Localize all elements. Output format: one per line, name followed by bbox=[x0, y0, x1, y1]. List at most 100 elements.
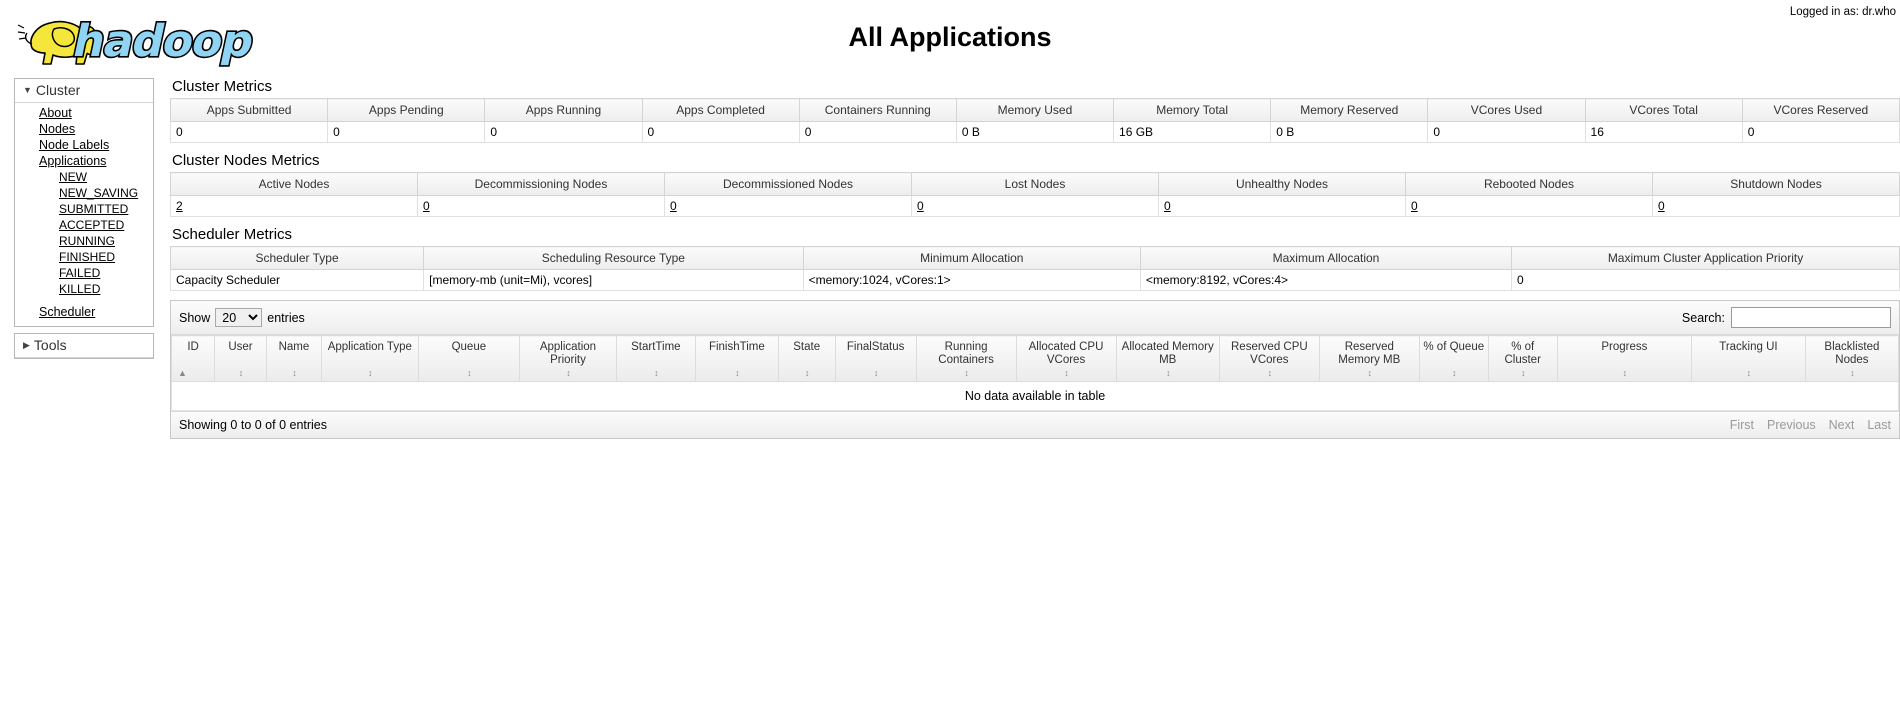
column-header-containers-running: Containers Running bbox=[798, 98, 957, 122]
sidebar-item-state-new[interactable]: NEW bbox=[59, 170, 87, 184]
sort-arrows-icon: ↕ bbox=[1367, 368, 1372, 378]
sidebar-item-state-failed[interactable]: FAILED bbox=[59, 266, 100, 280]
column-header-memory-reserved: Memory Reserved bbox=[1270, 98, 1429, 122]
list-item: Applications bbox=[39, 153, 153, 169]
column-header-id[interactable]: ID ▲ bbox=[170, 335, 216, 382]
value-apps-pending: 0 bbox=[327, 121, 486, 143]
column-label: Application Priority bbox=[539, 341, 597, 366]
sidebar-item-state-killed[interactable]: KILLED bbox=[59, 282, 100, 296]
column-header-apps-submitted: Apps Submitted bbox=[169, 98, 329, 122]
column-label: % of Queue bbox=[1423, 341, 1485, 353]
value-vcores-reserved: 0 bbox=[1741, 121, 1900, 143]
sidebar-item-state-submitted[interactable]: SUBMITTED bbox=[59, 202, 128, 216]
sidebar-section-cluster: ▼ Cluster About Nodes Node Labels Applica… bbox=[14, 78, 154, 327]
list-item: Node Labels bbox=[39, 137, 153, 153]
sort-arrows-icon: ▲ bbox=[178, 368, 187, 378]
show-label: Show bbox=[179, 310, 211, 325]
sort-arrows-icon: ↕ bbox=[1267, 368, 1272, 378]
sidebar-item-state-accepted[interactable]: ACCEPTED bbox=[59, 218, 124, 232]
value-active-nodes-link[interactable]: 2 bbox=[176, 199, 183, 213]
column-label: FinalStatus bbox=[846, 341, 905, 353]
column-header-maximum-allocation: Maximum Allocation bbox=[1139, 246, 1513, 270]
cluster-nodes-metrics-title: Cluster Nodes Metrics bbox=[172, 152, 320, 169]
column-header-blacklisted-nodes[interactable]: Blacklisted Nodes ↕ bbox=[1804, 335, 1900, 382]
column-header-percent-of-queue[interactable]: % of Queue ↕ bbox=[1418, 335, 1489, 382]
column-label: Allocated Memory MB bbox=[1121, 341, 1214, 366]
pagination-next[interactable]: Next bbox=[1829, 418, 1855, 432]
column-header-scheduling-resource-type: Scheduling Resource Type bbox=[423, 246, 804, 270]
value-minimum-allocation: <memory:1024, vCores:1> bbox=[802, 269, 1141, 291]
sidebar-spacer bbox=[39, 297, 153, 304]
table-row: 2 0 0 0 0 0 0 bbox=[170, 195, 1900, 217]
sidebar-item-applications[interactable]: Applications bbox=[39, 154, 106, 168]
column-header-max-cluster-app-priority: Maximum Cluster Application Priority bbox=[1511, 246, 1900, 270]
value-rebooted-nodes-link[interactable]: 0 bbox=[1411, 199, 1418, 213]
column-label: ID bbox=[187, 341, 199, 353]
sort-arrows-icon: ↕ bbox=[1064, 368, 1068, 378]
column-header-allocated-cpu-vcores[interactable]: Allocated CPU VCores ↕ bbox=[1015, 335, 1117, 382]
table-row: 0 0 0 0 0 0 B 16 GB 0 B 0 16 0 bbox=[169, 121, 1900, 143]
sidebar-cluster-header[interactable]: ▼ Cluster bbox=[15, 79, 153, 103]
column-header-starttime[interactable]: StartTime ↕ bbox=[615, 335, 696, 382]
value-unhealthy-nodes-link[interactable]: 0 bbox=[1164, 199, 1171, 213]
column-header-allocated-memory-mb[interactable]: Allocated Memory MB ↕ bbox=[1115, 335, 1220, 382]
column-header-running-containers[interactable]: Running Containers ↕ bbox=[915, 335, 1017, 382]
column-header-application-type[interactable]: Application Type ↕ bbox=[321, 335, 419, 382]
value-apps-running: 0 bbox=[484, 121, 643, 143]
column-header-memory-total: Memory Total bbox=[1113, 98, 1272, 122]
empty-table-message: No data available in table bbox=[171, 381, 1899, 411]
search-input[interactable] bbox=[1731, 307, 1891, 328]
column-header-reserved-cpu-vcores[interactable]: Reserved CPU VCores ↕ bbox=[1218, 335, 1320, 382]
list-item: FINISHED bbox=[59, 249, 153, 265]
sidebar-item-about[interactable]: About bbox=[39, 106, 72, 120]
value-decommissioning-nodes-cell: 0 bbox=[417, 195, 665, 217]
list-item: RUNNING bbox=[59, 233, 153, 249]
column-header-percent-of-cluster[interactable]: % of Cluster ↕ bbox=[1487, 335, 1558, 382]
column-header-application-priority[interactable]: Application Priority ↕ bbox=[519, 335, 617, 382]
value-max-cluster-app-priority: 0 bbox=[1511, 269, 1900, 291]
value-lost-nodes-link[interactable]: 0 bbox=[917, 199, 924, 213]
sidebar-item-state-running[interactable]: RUNNING bbox=[59, 234, 115, 248]
column-header-reserved-memory-mb[interactable]: Reserved Memory MB ↕ bbox=[1318, 335, 1420, 382]
value-decommissioning-nodes-link[interactable]: 0 bbox=[423, 199, 430, 213]
value-shutdown-nodes-link[interactable]: 0 bbox=[1658, 199, 1665, 213]
value-active-nodes-cell: 2 bbox=[170, 195, 418, 217]
pagination-previous[interactable]: Previous bbox=[1767, 418, 1816, 432]
value-decommissioned-nodes-link[interactable]: 0 bbox=[670, 199, 677, 213]
page-title: All Applications bbox=[848, 22, 1052, 52]
column-header-finishtime[interactable]: FinishTime ↕ bbox=[694, 335, 779, 382]
sidebar-item-nodes[interactable]: Nodes bbox=[39, 122, 75, 136]
column-header-lost-nodes: Lost Nodes bbox=[911, 172, 1159, 196]
sidebar-item-state-finished[interactable]: FINISHED bbox=[59, 250, 115, 264]
sort-arrows-icon: ↕ bbox=[566, 368, 570, 378]
chevron-down-icon: ▼ bbox=[23, 85, 32, 95]
sidebar-tools-label: Tools bbox=[33, 337, 67, 353]
column-header-progress[interactable]: Progress ↕ bbox=[1556, 335, 1693, 382]
table-header-row: Active Nodes Decommissioning Nodes Decom… bbox=[170, 172, 1900, 196]
pagination-first[interactable]: First bbox=[1730, 418, 1754, 432]
sidebar-item-node-labels[interactable]: Node Labels bbox=[39, 138, 109, 152]
column-label: Queue bbox=[451, 341, 487, 353]
table-header-row: Apps Submitted Apps Pending Apps Running… bbox=[169, 98, 1900, 122]
column-header-user[interactable]: User ↕ bbox=[214, 335, 267, 382]
column-label: % of Cluster bbox=[1504, 341, 1541, 366]
list-item: Scheduler bbox=[39, 304, 153, 320]
list-item: Nodes bbox=[39, 121, 153, 137]
column-header-vcores-reserved: VCores Reserved bbox=[1741, 98, 1900, 122]
column-header-tracking-ui[interactable]: Tracking UI ↕ bbox=[1691, 335, 1806, 382]
column-header-queue[interactable]: Queue ↕ bbox=[417, 335, 521, 382]
sidebar-tools-header[interactable]: ▶ Tools bbox=[15, 334, 153, 358]
sidebar-item-scheduler[interactable]: Scheduler bbox=[39, 305, 95, 319]
pagination-last[interactable]: Last bbox=[1867, 418, 1891, 432]
page-length-select[interactable]: 20 50 100 bbox=[215, 308, 263, 327]
list-item: NEW_SAVING bbox=[59, 185, 153, 201]
table-info: Showing 0 to 0 of 0 entries bbox=[179, 418, 328, 432]
column-header-apps-running: Apps Running bbox=[484, 98, 643, 122]
table-row: Capacity Scheduler [memory-mb (unit=Mi),… bbox=[169, 269, 1900, 291]
column-header-finalstatus[interactable]: FinalStatus ↕ bbox=[834, 335, 917, 382]
column-label: Name bbox=[278, 341, 310, 353]
column-header-vcores-used: VCores Used bbox=[1427, 98, 1586, 122]
column-header-name[interactable]: Name ↕ bbox=[265, 335, 323, 382]
sidebar-item-state-new-saving[interactable]: NEW_SAVING bbox=[59, 186, 138, 200]
column-header-state[interactable]: State ↕ bbox=[777, 335, 836, 382]
